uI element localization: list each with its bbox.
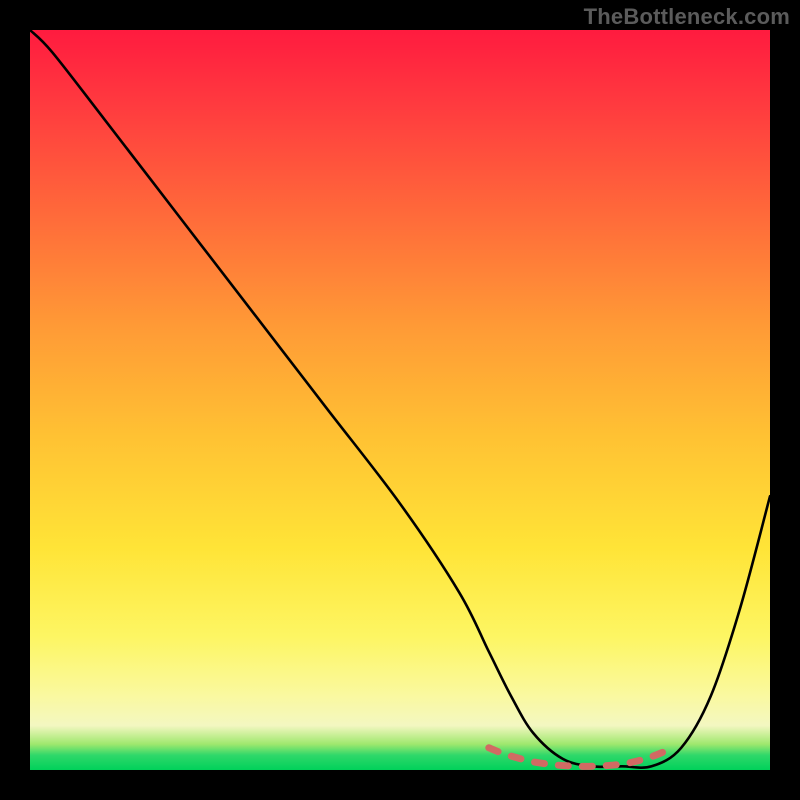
chart-container: TheBottleneck.com (0, 0, 800, 800)
curve-layer (30, 30, 770, 770)
plot-area (30, 30, 770, 770)
bottleneck-curve (30, 30, 770, 768)
watermark-text: TheBottleneck.com (584, 4, 790, 30)
